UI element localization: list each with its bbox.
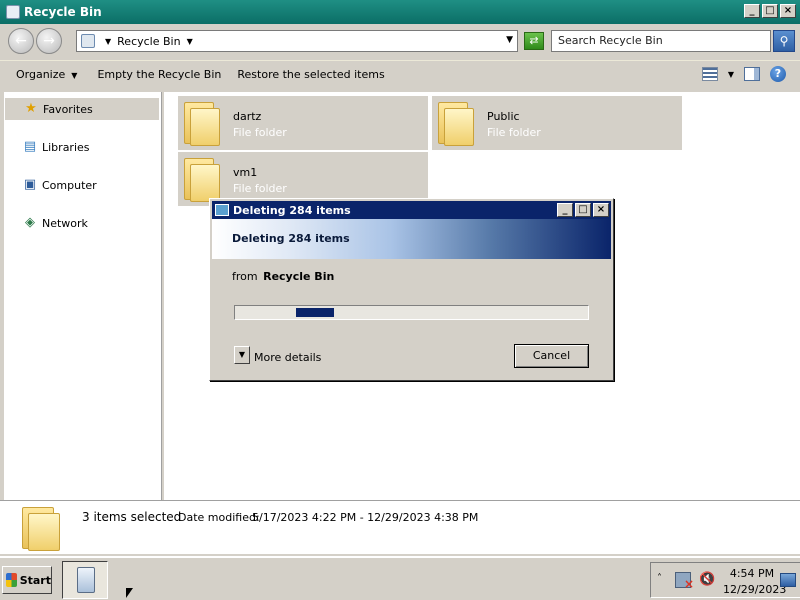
folder-item-dartz[interactable]: dartz File folder [178, 96, 428, 150]
sidebar-item-favorites[interactable]: ★ Favorites [4, 97, 160, 121]
folder-type: File folder [233, 126, 287, 139]
minimize-button[interactable]: _ [557, 203, 573, 217]
mouse-cursor-icon [126, 588, 133, 598]
folder-name: vm1 [233, 166, 258, 179]
folder-icon [182, 100, 220, 146]
toolbar-right: ▼ ? [701, 66, 786, 82]
computer-icon: ▣ [23, 177, 37, 192]
recycle-bin-icon [81, 34, 95, 48]
search-button[interactable]: ⚲ [773, 30, 795, 52]
folder-icon [182, 156, 220, 202]
dialog-heading: Deleting 284 items [232, 232, 350, 245]
maximize-button[interactable]: □ [762, 4, 778, 18]
sidebar-item-computer[interactable]: ▣ Computer [4, 173, 160, 197]
organize-menu[interactable]: Organize ▼ [8, 68, 85, 81]
window-title-bar[interactable]: Recycle Bin _ □ × [0, 0, 800, 24]
start-label: Start [19, 573, 51, 587]
show-hidden-icons-button[interactable]: ˄ [657, 573, 662, 584]
address-bar[interactable]: ▼ Recycle Bin ▼ ▼ [76, 30, 518, 52]
libraries-icon: ▤ [23, 139, 37, 154]
folder-type: File folder [487, 126, 541, 139]
refresh-button[interactable]: ⇄ [524, 32, 544, 50]
more-details-label[interactable]: More details [254, 351, 321, 364]
from-label: from [232, 270, 258, 283]
views-icon[interactable] [701, 67, 718, 81]
chevron-down-icon[interactable]: ▼ [728, 70, 734, 79]
sidebar-item-label: Favorites [43, 102, 93, 116]
command-bar: Organize ▼ Empty the Recycle Bin Restore … [0, 60, 800, 88]
date-modified-label: Date modified: [178, 511, 260, 524]
refresh-icon: ⇄ [529, 34, 539, 47]
address-row: ← → ▼ Recycle Bin ▼ ▼ ⇄ Search Recycle B… [0, 24, 800, 60]
folder-icon [20, 507, 60, 551]
address-dropdown-icon[interactable]: ▼ [506, 35, 513, 45]
clock-date[interactable]: 12/29/2023 [723, 583, 786, 596]
details-pane: 3 items selected Date modified: 5/17/202… [0, 500, 800, 554]
cancel-button[interactable]: Cancel [514, 344, 589, 368]
network-disconnected-icon[interactable] [675, 572, 694, 591]
search-input[interactable]: Search Recycle Bin [551, 30, 771, 52]
recycle-bin-icon [6, 5, 20, 19]
date-modified-value: 5/17/2023 4:22 PM - 12/29/2023 4:38 PM [252, 511, 479, 524]
progress-bar [234, 305, 589, 320]
magnifier-icon: ⚲ [779, 34, 789, 48]
network-icon: ◈ [25, 215, 35, 230]
folder-name: Public [487, 110, 520, 123]
preview-pane-icon[interactable] [744, 67, 760, 81]
chevron-down-icon: ▼ [238, 350, 246, 359]
start-button[interactable]: Start [2, 566, 52, 594]
chevron-down-icon[interactable]: ▼ [105, 37, 111, 46]
close-button[interactable]: × [780, 4, 796, 18]
dialog-title-bar[interactable]: Deleting 284 items _ □ × [212, 201, 611, 219]
navigation-pane: ★ Favorites ▤ Libraries ▣ Computer ◈ Net… [4, 92, 162, 500]
minimize-button[interactable]: _ [744, 4, 760, 18]
more-details-toggle[interactable]: ▼ [234, 346, 250, 364]
clock-time[interactable]: 4:54 PM [729, 567, 775, 580]
folder-icon [436, 100, 474, 146]
help-icon[interactable]: ? [770, 66, 786, 82]
delete-progress-dialog: Deleting 284 items _ □ × Deleting 284 it… [209, 198, 614, 381]
folder-type: File folder [233, 182, 287, 195]
star-icon: ★ [25, 101, 37, 116]
window-controls: _ □ × [744, 4, 796, 18]
sidebar-item-label: Computer [42, 178, 97, 192]
sidebar-item-network[interactable]: ◈ Network [4, 211, 160, 235]
sidebar-item-label: Libraries [42, 140, 90, 154]
forward-arrow-icon: → [43, 33, 55, 49]
window-title: Recycle Bin [24, 5, 102, 19]
dialog-title: Deleting 284 items [233, 203, 351, 217]
sidebar-item-label: Network [42, 216, 88, 230]
volume-muted-icon[interactable]: 🔇 [699, 572, 715, 588]
notification-area: ˄ 🔇 4:54 PM 12/29/2023 [650, 562, 800, 598]
selection-count: 3 items selected [82, 510, 182, 524]
dialog-header: Deleting 284 items [212, 219, 611, 259]
maximize-button[interactable]: □ [575, 203, 591, 217]
back-button[interactable]: ← [8, 28, 34, 54]
sidebar-item-libraries[interactable]: ▤ Libraries [4, 135, 160, 159]
dialog-window-controls: _ □ × [557, 203, 609, 217]
empty-recycle-bin-button[interactable]: Empty the Recycle Bin [89, 68, 229, 81]
from-line: from Recycle Bin [232, 270, 334, 283]
close-button[interactable]: × [593, 203, 609, 217]
file-operation-icon [215, 204, 229, 216]
windows-logo-icon [6, 573, 17, 587]
progress-marquee [296, 308, 334, 317]
folder-item-public[interactable]: Public File folder [432, 96, 682, 150]
organize-label: Organize [16, 68, 66, 81]
back-arrow-icon: ← [15, 33, 27, 49]
recycle-bin-icon [77, 567, 95, 593]
show-desktop-icon[interactable] [780, 573, 796, 587]
forward-button[interactable]: → [36, 28, 62, 54]
from-location: Recycle Bin [263, 270, 335, 283]
restore-items-button[interactable]: Restore the selected items [229, 68, 392, 81]
chevron-down-icon: ▼ [71, 71, 78, 80]
taskbar-recycle-bin-button[interactable] [62, 561, 108, 599]
folder-name: dartz [233, 110, 262, 123]
breadcrumb[interactable]: Recycle Bin [117, 35, 180, 48]
chevron-down-icon[interactable]: ▼ [187, 37, 193, 46]
taskbar: Start ˄ 🔇 4:54 PM 12/29/2023 [0, 556, 800, 600]
